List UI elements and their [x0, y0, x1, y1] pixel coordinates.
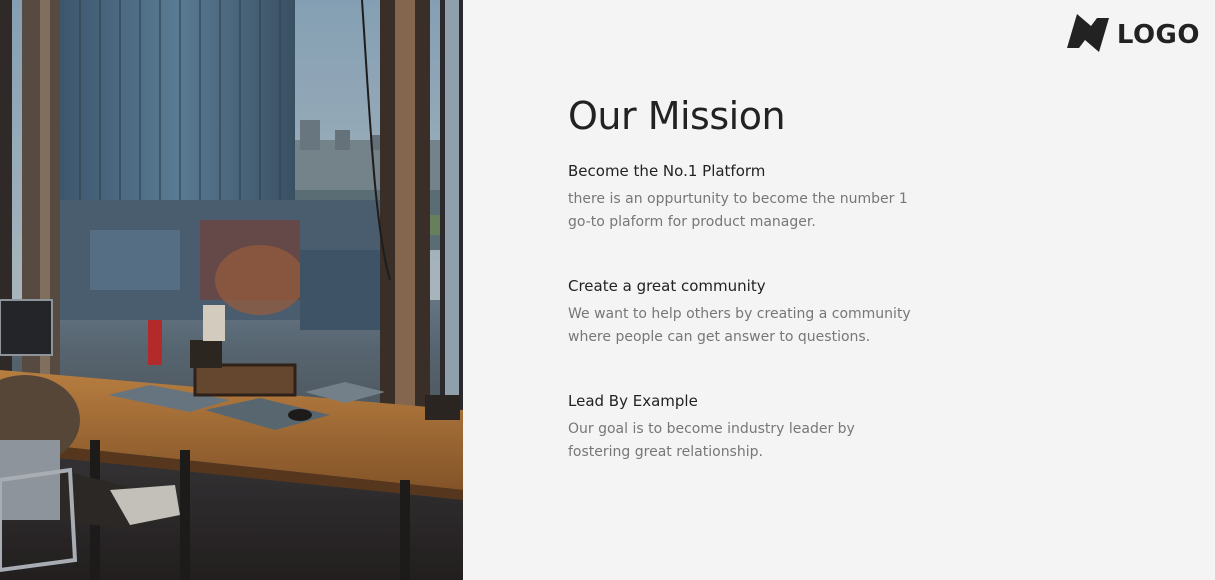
mission-item: Become the No.1 Platform there is an opp… [568, 160, 928, 234]
mission-item: Lead By Example Our goal is to become in… [568, 390, 928, 464]
mission-item-description: Our goal is to become industry leader by… [568, 421, 855, 460]
mission-page: LOGO Our Mission Become the No.1 Platfor… [0, 0, 1215, 580]
mission-item: Create a great community We want to help… [568, 275, 928, 349]
mission-item-heading: Create a great community [568, 277, 766, 295]
page-title: Our Mission [568, 94, 786, 138]
office-photo [0, 0, 463, 580]
mission-section: Our Mission Become the No.1 Platform the… [568, 92, 928, 464]
logo-text: LOGO [1116, 20, 1200, 50]
logo[interactable]: LOGO [1066, 14, 1200, 56]
mission-item-description: there is an oppurtunity to become the nu… [568, 191, 908, 230]
mission-item-heading: Lead By Example [568, 392, 698, 410]
mission-item-heading: Become the No.1 Platform [568, 162, 766, 180]
mission-item-description: We want to help others by creating a com… [568, 306, 911, 345]
logo-mark-icon [1066, 14, 1109, 56]
